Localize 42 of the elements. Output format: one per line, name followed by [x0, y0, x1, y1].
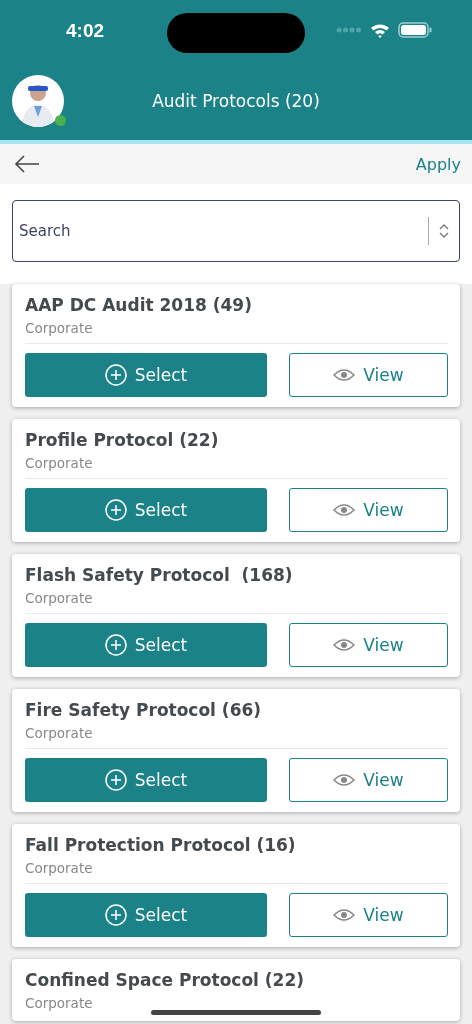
plus-circle-icon — [104, 634, 127, 656]
plus-circle-icon — [104, 499, 127, 521]
signal-icon — [336, 27, 362, 33]
view-button[interactable]: View — [289, 488, 448, 532]
protocol-subtitle: Corporate — [25, 320, 93, 336]
select-button[interactable]: Select — [25, 623, 267, 667]
protocol-title: Profile Protocol (22) — [25, 430, 220, 450]
protocol-title: Confined Space Protocol (22) — [25, 970, 305, 990]
protocol-title: AAP DC Audit 2018 (49) — [25, 295, 253, 315]
sort-chevrons-icon[interactable] — [439, 223, 449, 239]
eye-icon — [333, 908, 356, 922]
select-button[interactable]: Select — [25, 893, 267, 937]
select-button[interactable]: Select — [25, 488, 267, 532]
protocol-subtitle: Corporate — [25, 725, 93, 741]
plus-circle-icon — [104, 364, 127, 386]
view-button[interactable]: View — [289, 893, 448, 937]
plus-circle-icon — [104, 769, 127, 791]
apply-button[interactable]: Apply — [415, 154, 461, 174]
protocol-title: Fall Protection Protocol (16) — [25, 835, 297, 855]
eye-icon — [333, 368, 356, 382]
eye-icon — [333, 503, 356, 517]
wifi-icon — [370, 22, 390, 38]
plus-circle-icon — [104, 904, 127, 926]
protocol-title: Flash Safety Protocol (168) — [25, 565, 294, 585]
page-title: Audit Protocols (20) — [151, 91, 321, 111]
status-time: 4:02 — [66, 20, 105, 42]
view-button[interactable]: View — [289, 353, 448, 397]
protocol-title: Fire Safety Protocol (66) — [25, 700, 263, 720]
eye-icon — [333, 773, 356, 787]
protocol-subtitle: Corporate — [25, 455, 93, 471]
view-button[interactable]: View — [289, 758, 448, 802]
eye-icon — [333, 638, 356, 652]
protocol-subtitle: Corporate — [25, 860, 93, 876]
search-field[interactable]: Search — [12, 200, 460, 262]
battery-icon — [398, 22, 432, 38]
protocol-subtitle: Corporate — [25, 995, 93, 1011]
avatar-icon[interactable] — [12, 75, 64, 127]
protocol-subtitle: Corporate — [25, 590, 93, 606]
select-button[interactable]: Select — [25, 758, 267, 802]
select-button[interactable]: Select — [25, 353, 267, 397]
view-button[interactable]: View — [289, 623, 448, 667]
back-arrow-icon[interactable] — [14, 155, 40, 173]
